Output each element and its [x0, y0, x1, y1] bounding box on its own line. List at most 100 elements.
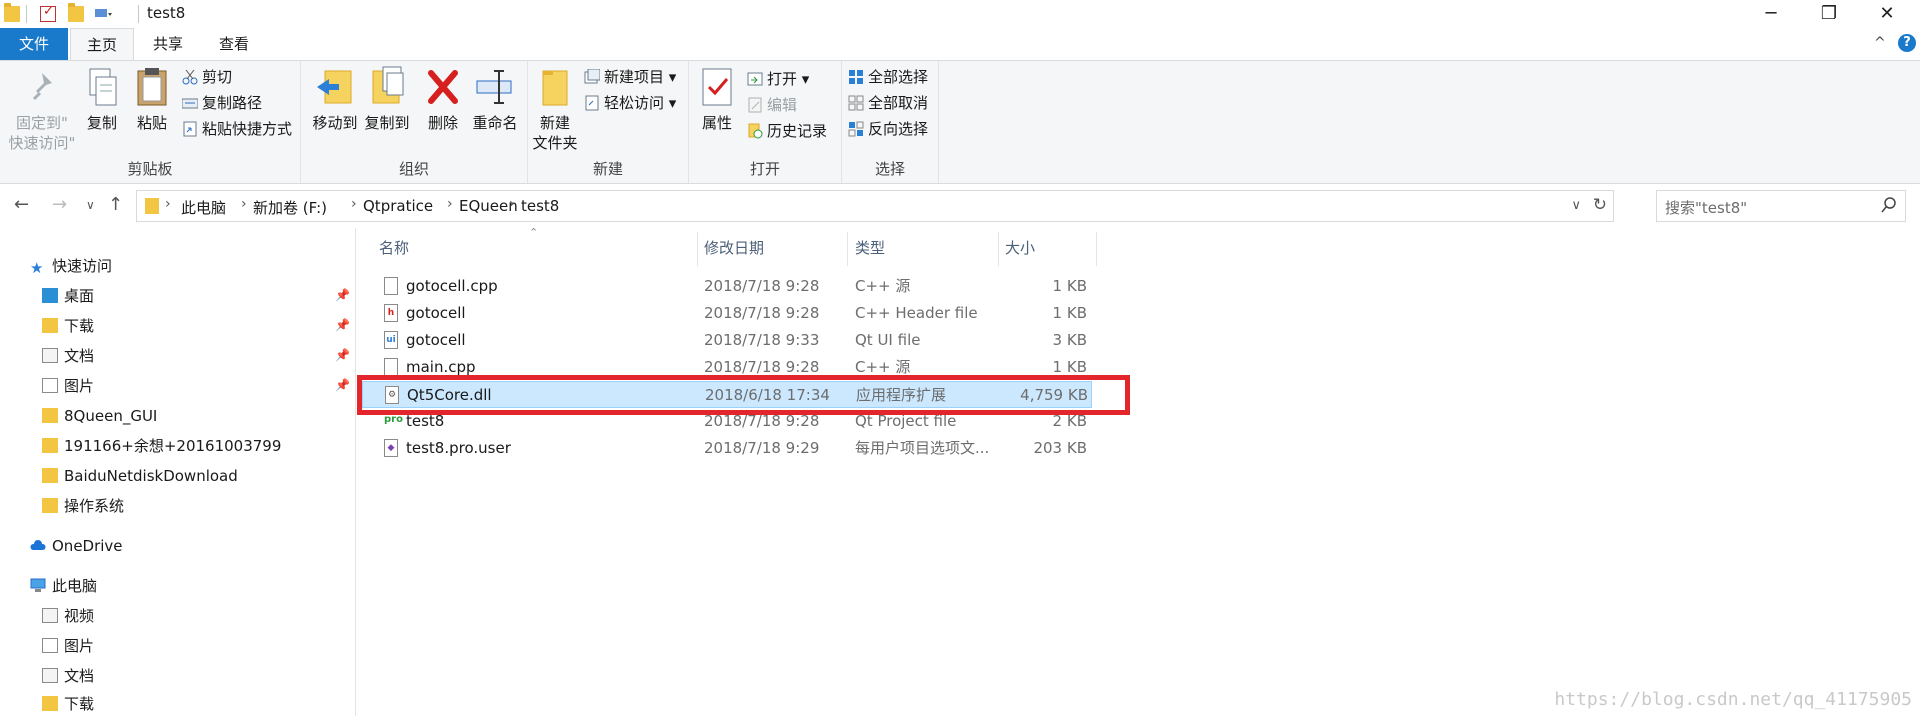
new-folder-button[interactable]: 新建 文件夹	[530, 65, 580, 153]
breadcrumb-this-pc[interactable]: 此电脑	[181, 197, 226, 218]
new-folder-quick-icon[interactable]	[68, 3, 84, 22]
delete-button[interactable]: 删除	[423, 65, 463, 133]
maximize-button[interactable]: ❐	[1800, 0, 1858, 28]
nav-item-desktop[interactable]: 桌面	[42, 284, 94, 308]
properties-button[interactable]: 属性	[695, 65, 739, 133]
collapse-ribbon-icon[interactable]: ^	[1874, 35, 1886, 51]
close-button[interactable]: ✕	[1858, 0, 1916, 28]
nav-item-pc-downloads[interactable]: 下载	[42, 692, 94, 716]
recent-locations-chevron-icon[interactable]: ∨	[86, 198, 95, 212]
invert-selection-button[interactable]: 反向选择	[848, 117, 928, 141]
pin-label-1: 固定到"	[16, 114, 68, 132]
copy-button[interactable]: 复制	[80, 65, 124, 133]
search-box[interactable]: 搜索"test8"	[1656, 190, 1906, 222]
nav-item-pc-documents[interactable]: 文档	[42, 664, 94, 688]
search-icon[interactable]	[1881, 196, 1897, 218]
table-row[interactable]: ◆ test8.pro.user 2018/7/18 9:29 每用户项目选项文…	[362, 435, 1092, 462]
nav-onedrive-label: OneDrive	[52, 537, 123, 555]
nav-item-191166[interactable]: 191166+余想+20161003799	[42, 434, 281, 458]
paste-button[interactable]: 粘贴	[130, 65, 174, 133]
nav-item-os[interactable]: 操作系统	[42, 494, 124, 518]
back-arrow-icon[interactable]: ←	[14, 194, 29, 215]
select-all-label: 全部选择	[868, 68, 929, 86]
move-to-button[interactable]: 移动到	[311, 65, 359, 133]
forward-arrow-icon[interactable]: →	[52, 194, 67, 215]
breadcrumb-test8[interactable]: test8	[521, 197, 559, 215]
videos-icon	[42, 608, 58, 623]
customize-quick-access-icon[interactable]	[94, 6, 112, 22]
minimize-button[interactable]: ─	[1742, 0, 1800, 28]
file-name: gotocell	[406, 304, 466, 322]
nav-this-pc[interactable]: 此电脑	[30, 574, 97, 598]
cut-button[interactable]: 剪切	[182, 65, 232, 89]
table-row[interactable]: gotocell.cpp 2018/7/18 9:28 C++ 源 1 KB	[362, 273, 1092, 300]
easy-access-button[interactable]: 轻松访问 ▾	[584, 91, 676, 115]
folder-icon	[42, 438, 58, 453]
nav-item-baidunetdisk[interactable]: BaiduNetdiskDownload	[42, 464, 238, 488]
nav-item-8queen-gui[interactable]: 8Queen_GUI	[42, 404, 157, 428]
open-icon	[747, 70, 763, 86]
address-bar[interactable]: › 此电脑 › 新加卷 (F:) › Qtpratice › EQueen › …	[136, 190, 1614, 222]
column-divider[interactable]	[998, 232, 999, 266]
column-header-name[interactable]: 名称	[379, 236, 409, 260]
nav-quick-access[interactable]: ★ 快速访问	[30, 254, 112, 278]
pictures-icon	[42, 638, 58, 653]
downloads-icon	[42, 696, 58, 711]
refresh-icon[interactable]: ↻	[1593, 195, 1607, 215]
paste-shortcut-label: 粘贴快捷方式	[202, 120, 293, 138]
nav-item-pictures[interactable]: 图片	[42, 374, 94, 398]
nav-item-downloads[interactable]: 下载	[42, 314, 94, 338]
table-row[interactable]: ui gotocell 2018/7/18 9:33 Qt UI file 3 …	[362, 327, 1092, 354]
pin-icon[interactable]: 📌	[335, 378, 350, 392]
pin-icon[interactable]: 📌	[335, 348, 350, 362]
up-arrow-icon[interactable]: ↑	[108, 194, 123, 215]
desktop-icon	[42, 288, 58, 303]
column-divider[interactable]	[847, 232, 848, 266]
tab-view[interactable]: 查看	[206, 28, 262, 60]
copy-to-button[interactable]: 复制到	[363, 65, 411, 133]
file-size: 1 KB	[1052, 304, 1087, 322]
column-header-date[interactable]: 修改日期	[704, 236, 764, 260]
paste-shortcut-icon	[182, 120, 198, 137]
nav-item-label: 文档	[64, 347, 95, 365]
nav-item-videos[interactable]: 视频	[42, 604, 94, 628]
history-button[interactable]: 历史记录	[747, 119, 827, 143]
address-dropdown-chevron-icon[interactable]: ∨	[1571, 198, 1581, 213]
easy-access-label: 轻松访问	[604, 94, 665, 112]
nav-item-pc-pictures[interactable]: 图片	[42, 634, 94, 658]
new-group: 新建 文件夹 新建项目 ▾ 轻松访问 ▾ 新建	[528, 61, 689, 183]
nav-item-label: 下载	[64, 317, 95, 335]
copy-path-icon	[181, 94, 199, 110]
table-row[interactable]: h gotocell 2018/7/18 9:28 C++ Header fil…	[362, 300, 1092, 327]
column-header-size[interactable]: 大小	[1005, 236, 1035, 260]
nav-onedrive[interactable]: OneDrive	[30, 534, 123, 558]
column-header-type[interactable]: 类型	[855, 236, 885, 260]
open-button[interactable]: 打开 ▾	[747, 67, 809, 91]
select-none-button[interactable]: 全部取消	[848, 91, 928, 115]
tab-home[interactable]: 主页	[70, 28, 134, 60]
pin-to-quick-access-button[interactable]: 固定到" 快速访问"	[6, 65, 78, 153]
breadcrumb-drive-f[interactable]: 新加卷 (F:)	[253, 197, 327, 218]
search-input[interactable]: 搜索"test8"	[1665, 197, 1747, 218]
tab-share[interactable]: 共享	[140, 28, 196, 60]
properties-quick-icon[interactable]	[40, 4, 56, 22]
edit-button[interactable]: 编辑	[747, 93, 797, 117]
new-item-button[interactable]: 新建项目 ▾	[584, 65, 676, 89]
breadcrumb-qtpratice[interactable]: Qtpratice	[363, 197, 433, 215]
copy-path-button[interactable]: 复制路径	[181, 91, 262, 115]
clipboard-group-label: 剪贴板	[127, 160, 173, 178]
pin-icon[interactable]: 📌	[335, 288, 350, 302]
pin-icon[interactable]: 📌	[335, 318, 350, 332]
paste-shortcut-button[interactable]: 粘贴快捷方式	[182, 117, 292, 141]
column-divider[interactable]	[1096, 232, 1097, 266]
open-group-label: 打开	[749, 160, 780, 178]
tab-file[interactable]: 文件	[0, 28, 68, 60]
properties-label: 属性	[701, 114, 732, 132]
column-divider[interactable]	[697, 232, 698, 266]
select-all-button[interactable]: 全部选择	[848, 65, 928, 89]
nav-item-documents[interactable]: 文档	[42, 344, 94, 368]
rename-button[interactable]: 重命名	[469, 65, 521, 133]
folder-icon	[42, 468, 58, 483]
help-icon[interactable]: ?	[1898, 34, 1916, 52]
star-icon: ★	[30, 259, 44, 277]
